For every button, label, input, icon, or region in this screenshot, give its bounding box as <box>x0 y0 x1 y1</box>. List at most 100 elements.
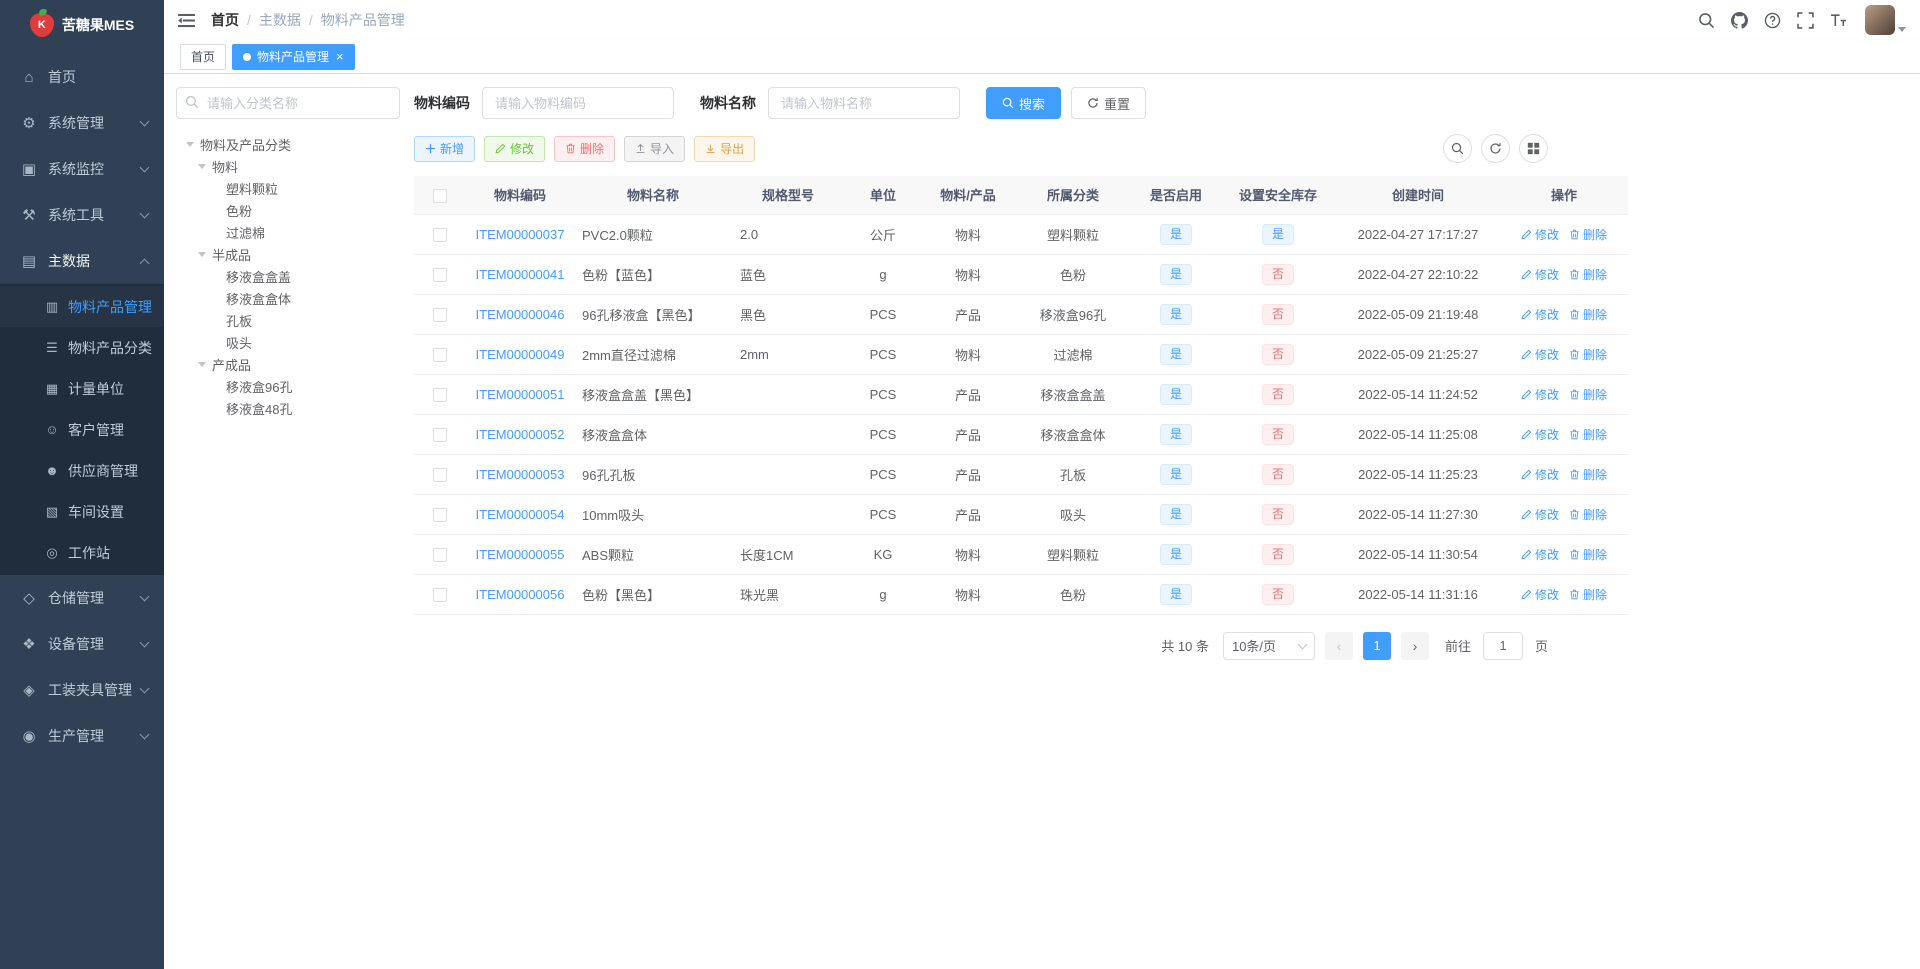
goto-page-input[interactable] <box>1482 631 1523 660</box>
breadcrumb-item[interactable]: 首页 <box>211 10 239 30</box>
material-code-link[interactable]: ITEM00000054 <box>476 507 565 522</box>
caret-down-icon[interactable] <box>198 163 206 169</box>
search-icon[interactable] <box>1698 12 1715 29</box>
material-code-link[interactable]: ITEM00000041 <box>476 267 565 282</box>
sidebar-item-系统监控[interactable]: ▣ 系统监控 <box>0 146 164 192</box>
delete-row-link[interactable]: 删除 <box>1569 586 1607 603</box>
delete-row-link[interactable]: 删除 <box>1569 226 1607 243</box>
search-icon-button[interactable] <box>1443 134 1472 163</box>
tree-node-半成品[interactable]: 半成品 <box>176 243 400 265</box>
row-checkbox[interactable] <box>433 227 447 242</box>
breadcrumb-item[interactable]: 主数据 <box>259 10 301 30</box>
material-code-link[interactable]: ITEM00000052 <box>476 427 565 442</box>
edit-row-link[interactable]: 修改 <box>1521 226 1559 243</box>
delete-row-link[interactable]: 删除 <box>1569 346 1607 363</box>
delete-row-link[interactable]: 删除 <box>1569 426 1607 443</box>
tab-首页[interactable]: 首页 <box>180 43 227 70</box>
sidebar-subitem-工作站[interactable]: ◎ 工作站 <box>0 532 164 573</box>
category-search-input[interactable] <box>176 87 400 119</box>
user-menu[interactable] <box>1865 5 1906 35</box>
question-icon[interactable] <box>1764 12 1781 29</box>
sidebar-subitem-物料产品管理[interactable]: ▥ 物料产品管理 <box>0 286 164 327</box>
sidebar-item-工装夹具管理[interactable]: ◈ 工装夹具管理 <box>0 667 164 713</box>
sidebar-item-首页[interactable]: ⌂ 首页 <box>0 54 164 100</box>
delete-row-link[interactable]: 删除 <box>1569 466 1607 483</box>
app-logo[interactable]: K 苦糖果MES <box>0 0 164 50</box>
edit-row-link[interactable]: 修改 <box>1521 266 1559 283</box>
row-checkbox[interactable] <box>433 347 447 362</box>
sidebar-subitem-客户管理[interactable]: ☺ 客户管理 <box>0 409 164 450</box>
delete-row-link[interactable]: 删除 <box>1569 546 1607 563</box>
tree-node-塑料颗粒[interactable]: 塑料颗粒 <box>176 177 400 199</box>
avatar[interactable] <box>1865 5 1895 35</box>
tree-node-吸头[interactable]: 吸头 <box>176 331 400 353</box>
info-action-button-导入[interactable]: 导入 <box>624 135 686 162</box>
row-checkbox[interactable] <box>433 387 447 402</box>
sidebar-item-仓储管理[interactable]: ◇ 仓储管理 <box>0 575 164 621</box>
material-code-link[interactable]: ITEM00000037 <box>476 227 565 242</box>
material-code-input[interactable] <box>482 87 674 119</box>
caret-down-icon[interactable] <box>198 251 206 257</box>
edit-row-link[interactable]: 修改 <box>1521 346 1559 363</box>
hamburger-icon[interactable] <box>178 13 195 28</box>
sidebar-item-系统管理[interactable]: ⚙ 系统管理 <box>0 100 164 146</box>
tree-node-孔板[interactable]: 孔板 <box>176 309 400 331</box>
tree-node-移液盒盒体[interactable]: 移液盒盒体 <box>176 287 400 309</box>
delete-row-link[interactable]: 删除 <box>1569 506 1607 523</box>
close-icon[interactable]: × <box>336 50 344 63</box>
tree-node-物料[interactable]: 物料 <box>176 155 400 177</box>
sidebar-item-主数据[interactable]: ▤ 主数据 <box>0 238 164 284</box>
row-checkbox[interactable] <box>433 547 447 562</box>
delete-row-link[interactable]: 删除 <box>1569 266 1607 283</box>
sidebar-item-系统工具[interactable]: ⚒ 系统工具 <box>0 192 164 238</box>
sidebar-item-生产管理[interactable]: ◉ 生产管理 <box>0 713 164 759</box>
sidebar-subitem-物料产品分类[interactable]: ☰ 物料产品分类 <box>0 327 164 368</box>
tab-物料产品管理[interactable]: 物料产品管理 × <box>232 43 355 70</box>
tree-node-物料及产品分类[interactable]: 物料及产品分类 <box>176 133 400 155</box>
material-code-link[interactable]: ITEM00000049 <box>476 347 565 362</box>
edit-row-link[interactable]: 修改 <box>1521 386 1559 403</box>
tree-node-移液盒96孔[interactable]: 移液盒96孔 <box>176 375 400 397</box>
grid-icon-button[interactable] <box>1519 134 1548 163</box>
row-checkbox[interactable] <box>433 427 447 442</box>
tree-node-色粉[interactable]: 色粉 <box>176 199 400 221</box>
edit-row-link[interactable]: 修改 <box>1521 586 1559 603</box>
row-checkbox[interactable] <box>433 467 447 482</box>
edit-row-link[interactable]: 修改 <box>1521 506 1559 523</box>
sidebar-subitem-车间设置[interactable]: ▧ 车间设置 <box>0 491 164 532</box>
warning-action-button-导出[interactable]: 导出 <box>694 135 756 162</box>
fullscreen-icon[interactable] <box>1797 11 1814 29</box>
next-page-button[interactable]: › <box>1400 631 1429 660</box>
danger-action-button-删除[interactable]: 删除 <box>554 135 616 162</box>
sidebar-item-设备管理[interactable]: ❖ 设备管理 <box>0 621 164 667</box>
edit-row-link[interactable]: 修改 <box>1521 466 1559 483</box>
tree-node-过滤棉[interactable]: 过滤棉 <box>176 221 400 243</box>
primary-action-button-新增[interactable]: 新增 <box>414 135 476 162</box>
material-name-input[interactable] <box>768 87 960 119</box>
font-size-icon[interactable] <box>1830 12 1847 29</box>
github-icon[interactable] <box>1731 11 1748 29</box>
material-code-link[interactable]: ITEM00000056 <box>476 587 565 602</box>
caret-down-icon[interactable] <box>198 361 206 367</box>
tree-node-移液盒盒盖[interactable]: 移液盒盒盖 <box>176 265 400 287</box>
search-button[interactable]: 搜索 <box>986 87 1062 119</box>
success-action-button-修改[interactable]: 修改 <box>484 135 546 162</box>
page-number-button[interactable]: 1 <box>1362 631 1391 660</box>
row-checkbox[interactable] <box>433 507 447 522</box>
caret-down-icon[interactable] <box>186 141 194 147</box>
refresh-icon-button[interactable] <box>1481 134 1510 163</box>
tree-node-产成品[interactable]: 产成品 <box>176 353 400 375</box>
row-checkbox[interactable] <box>433 587 447 602</box>
tree-node-移液盒48孔[interactable]: 移液盒48孔 <box>176 397 400 419</box>
material-code-link[interactable]: ITEM00000053 <box>476 467 565 482</box>
delete-row-link[interactable]: 删除 <box>1569 386 1607 403</box>
reset-button[interactable]: 重置 <box>1071 87 1147 119</box>
sidebar-subitem-计量单位[interactable]: ▦ 计量单位 <box>0 368 164 409</box>
edit-row-link[interactable]: 修改 <box>1521 306 1559 323</box>
edit-row-link[interactable]: 修改 <box>1521 426 1559 443</box>
row-checkbox[interactable] <box>433 307 447 322</box>
material-code-link[interactable]: ITEM00000046 <box>476 307 565 322</box>
material-code-link[interactable]: ITEM00000055 <box>476 547 565 562</box>
prev-page-button[interactable]: ‹ <box>1324 631 1353 660</box>
page-size-select[interactable]: 10条/页 <box>1222 631 1315 660</box>
